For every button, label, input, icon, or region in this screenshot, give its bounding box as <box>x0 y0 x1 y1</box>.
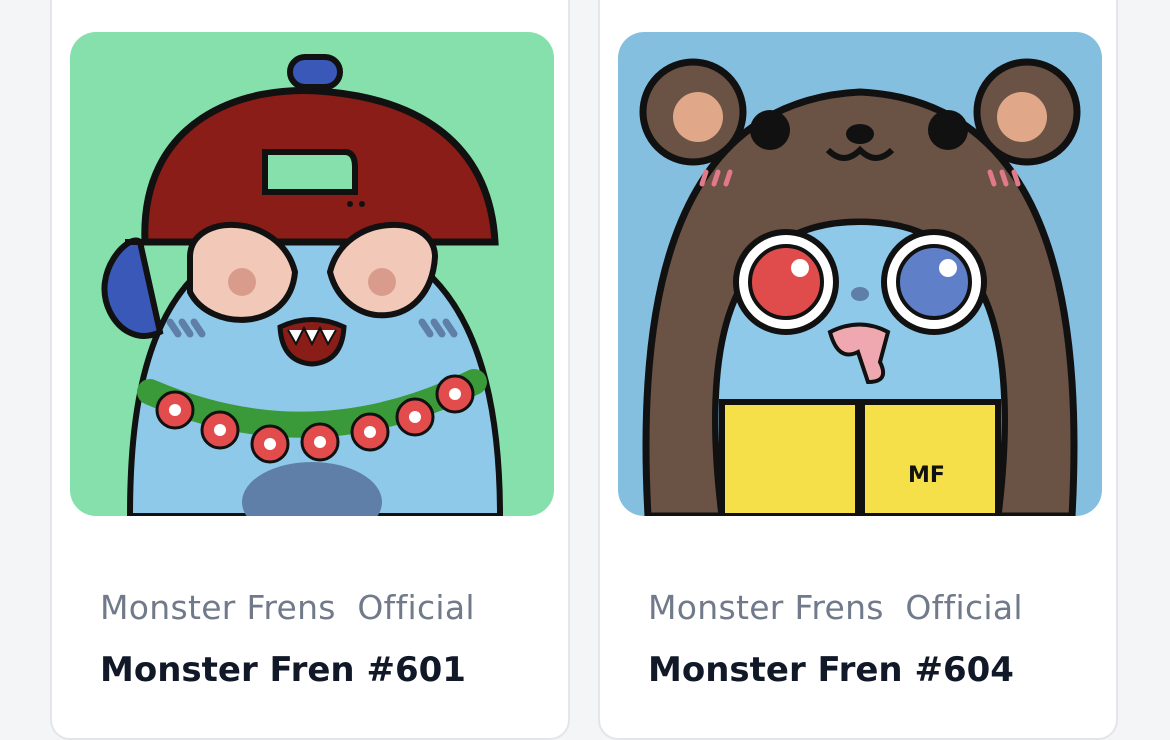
item-name[interactable]: Monster Fren #604 <box>648 650 1014 690</box>
nft-card-601[interactable]: Monster Frens Official Monster Fren #601 <box>50 0 570 740</box>
collection-name[interactable]: Monster Frens Official <box>648 588 1023 627</box>
svg-text:MF: MF <box>908 463 945 488</box>
collection-name[interactable]: Monster Frens Official <box>100 588 475 627</box>
nft-artwork[interactable]: MF <box>618 32 1102 516</box>
monster-bear-hood-icon: MF <box>618 32 1102 516</box>
nft-card-604[interactable]: MF Monster Frens Official Monster Fren #… <box>598 0 1118 740</box>
item-name[interactable]: Monster Fren #601 <box>100 650 466 690</box>
nft-artwork[interactable] <box>70 32 554 516</box>
monster-cap-glasses-icon <box>70 32 554 516</box>
